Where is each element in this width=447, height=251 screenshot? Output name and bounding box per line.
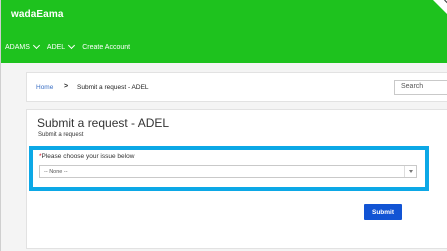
chevron-down-icon[interactable] [404,166,416,177]
chevron-down-icon [68,41,76,50]
nav-item-adel[interactable]: ADEL [46,41,76,51]
top-nav: ADAMS ADEL Create Account [1,40,130,54]
nav-item-label: Create Account [82,43,131,51]
nav-item-adams[interactable]: ADAMS [5,41,40,51]
issue-field-highlight: *Please choose your issue below -- None … [29,146,429,191]
search-input[interactable]: Search [394,80,447,95]
nav-item-label: ADEL [46,43,66,51]
submit-button[interactable]: Submit [364,204,402,220]
issue-label-text: Please choose your issue below [41,153,135,160]
page-title: Submit a request - ADEL [37,116,170,130]
issue-select[interactable]: -- None -- [39,165,417,178]
breadcrumb-separator: > [64,83,69,90]
nav-item-create-account[interactable]: Create Account [82,44,130,51]
app-window: wadaEama ADAMS ADEL Create Account Home … [0,0,447,251]
issue-select-value: -- None -- [44,169,68,175]
breadcrumb: Home > Submit a request - ADEL Search [26,72,447,102]
issue-field-label: *Please choose your issue below [39,153,134,160]
page-subtitle: Submit a request [38,132,84,138]
brand-logo[interactable]: wadaEama [11,9,64,20]
chevron-down-icon [32,41,40,50]
request-form-card: Submit a request - ADEL Submit a request… [26,109,447,249]
header-bar: wadaEama ADAMS ADEL Create Account [1,0,447,63]
breadcrumb-current: Submit a request - ADEL [77,84,149,91]
nav-item-label: ADAMS [5,43,30,51]
breadcrumb-home-link[interactable]: Home [36,84,53,91]
